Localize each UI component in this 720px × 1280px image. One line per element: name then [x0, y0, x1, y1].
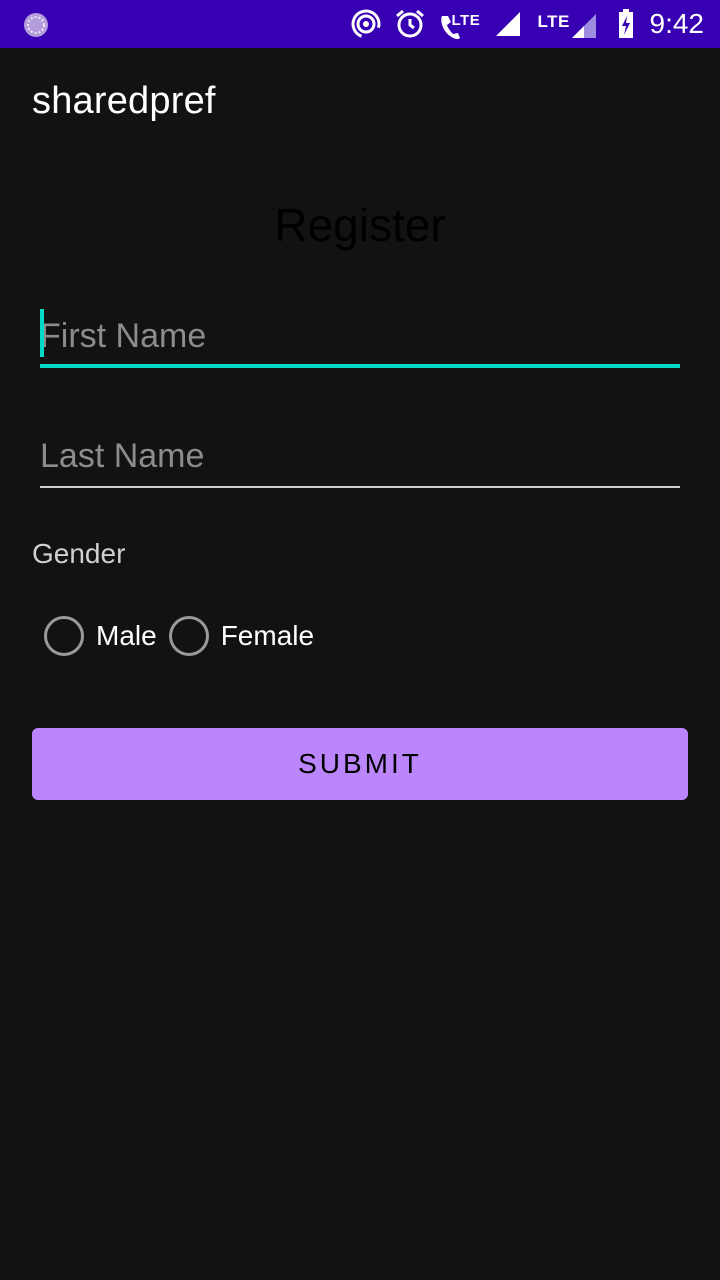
first-name-underline	[40, 364, 680, 368]
app-title: sharedpref	[32, 80, 216, 122]
gender-radio-group: Male Female	[44, 616, 326, 656]
lte-label-2: LTE	[537, 12, 570, 31]
signal-icon-2	[571, 14, 596, 38]
lte-signal: LTE	[534, 8, 596, 40]
radio-male[interactable]: Male	[44, 616, 157, 656]
status-bar: LTE LTE 9:42	[0, 0, 720, 48]
screen: LTE LTE 9:42 sharedpref Register First N…	[0, 0, 720, 1280]
first-name-input[interactable]	[40, 304, 680, 368]
alarm-icon	[395, 9, 424, 38]
hotspot-icon	[351, 9, 380, 39]
app-bar: sharedpref	[0, 48, 720, 160]
text-cursor	[40, 309, 44, 357]
app-notification-icon	[24, 13, 48, 37]
volte-call-icon: LTE	[438, 8, 480, 40]
radio-male-label: Male	[96, 620, 157, 651]
signal-icon	[495, 12, 520, 36]
lte-label-1: LTE	[451, 12, 481, 29]
radio-female-label: Female	[220, 620, 315, 651]
first-name-field[interactable]	[40, 304, 680, 368]
last-name-field[interactable]	[40, 424, 680, 488]
radio-button-icon[interactable]	[44, 616, 84, 656]
gender-label: Gender	[32, 538, 126, 569]
last-name-underline	[40, 486, 680, 488]
status-clock: 9:42	[649, 8, 705, 39]
radio-female[interactable]: Female	[168, 616, 315, 656]
submit-button[interactable]: SUBMIT	[32, 728, 688, 800]
status-icons: LTE LTE 9:42	[338, 0, 705, 48]
battery-charging-icon	[618, 9, 633, 38]
page-heading: Register	[274, 199, 446, 251]
last-name-input[interactable]	[40, 424, 680, 488]
radio-button-icon[interactable]	[168, 616, 209, 656]
